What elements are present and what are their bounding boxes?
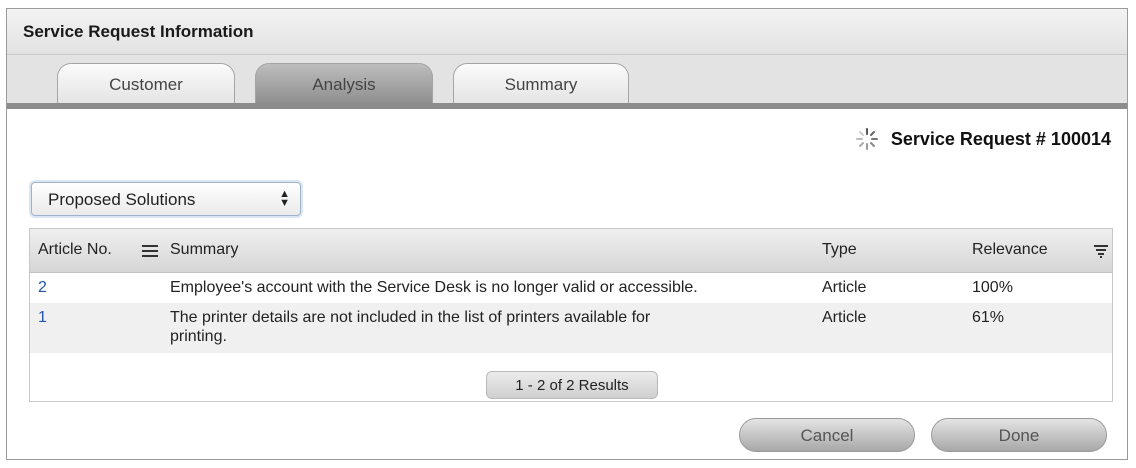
- column-article-no[interactable]: Article No.: [38, 241, 112, 259]
- tab-summary[interactable]: Summary: [453, 63, 629, 103]
- type-cell: Article: [822, 309, 867, 326]
- cancel-button[interactable]: Cancel: [739, 418, 915, 452]
- tab-customer[interactable]: Customer: [57, 63, 235, 103]
- column-summary[interactable]: Summary: [170, 241, 238, 259]
- table-row[interactable]: 1 The printer details are not included i…: [30, 303, 1112, 353]
- table-row[interactable]: 2 Employee's account with the Service De…: [30, 273, 1112, 303]
- done-button[interactable]: Done: [931, 418, 1107, 452]
- service-request-header: Service Request # 100014: [855, 127, 1111, 151]
- column-relevance[interactable]: Relevance: [972, 241, 1048, 259]
- summary-cell-line-2: printing.: [170, 328, 227, 345]
- spinner-icon: [855, 128, 878, 150]
- window-title: Service Request Information: [7, 9, 1127, 55]
- solutions-table: Article No. Summary Type Relevance 2 Emp…: [29, 228, 1113, 402]
- filter-icon[interactable]: [1094, 244, 1108, 258]
- column-type[interactable]: Type: [822, 241, 857, 259]
- table-header: Article No. Summary Type Relevance: [30, 229, 1112, 273]
- service-request-window: Service Request Information Customer Ana…: [6, 8, 1128, 460]
- service-request-number: Service Request # 100014: [890, 128, 1111, 149]
- tab-analysis[interactable]: Analysis: [255, 63, 433, 103]
- type-cell: Article: [822, 279, 867, 296]
- article-number-link[interactable]: 2: [38, 279, 47, 297]
- select-arrows-icon: ▲ ▼: [279, 188, 290, 209]
- relevance-cell: 100%: [972, 279, 1013, 296]
- relevance-cell: 61%: [972, 309, 1005, 326]
- view-select[interactable]: Proposed Solutions ▲ ▼: [31, 182, 301, 216]
- column-chooser-icon[interactable]: [142, 244, 158, 258]
- summary-cell-line-1: The printer details are not included in …: [170, 309, 651, 326]
- view-select-value: Proposed Solutions: [48, 190, 196, 209]
- tab-strip: Customer Analysis Summary: [7, 55, 1127, 109]
- article-number-link[interactable]: 1: [38, 309, 47, 327]
- summary-cell: Employee's account with the Service Desk…: [170, 279, 698, 296]
- results-pager: 1 - 2 of 2 Results: [486, 371, 658, 399]
